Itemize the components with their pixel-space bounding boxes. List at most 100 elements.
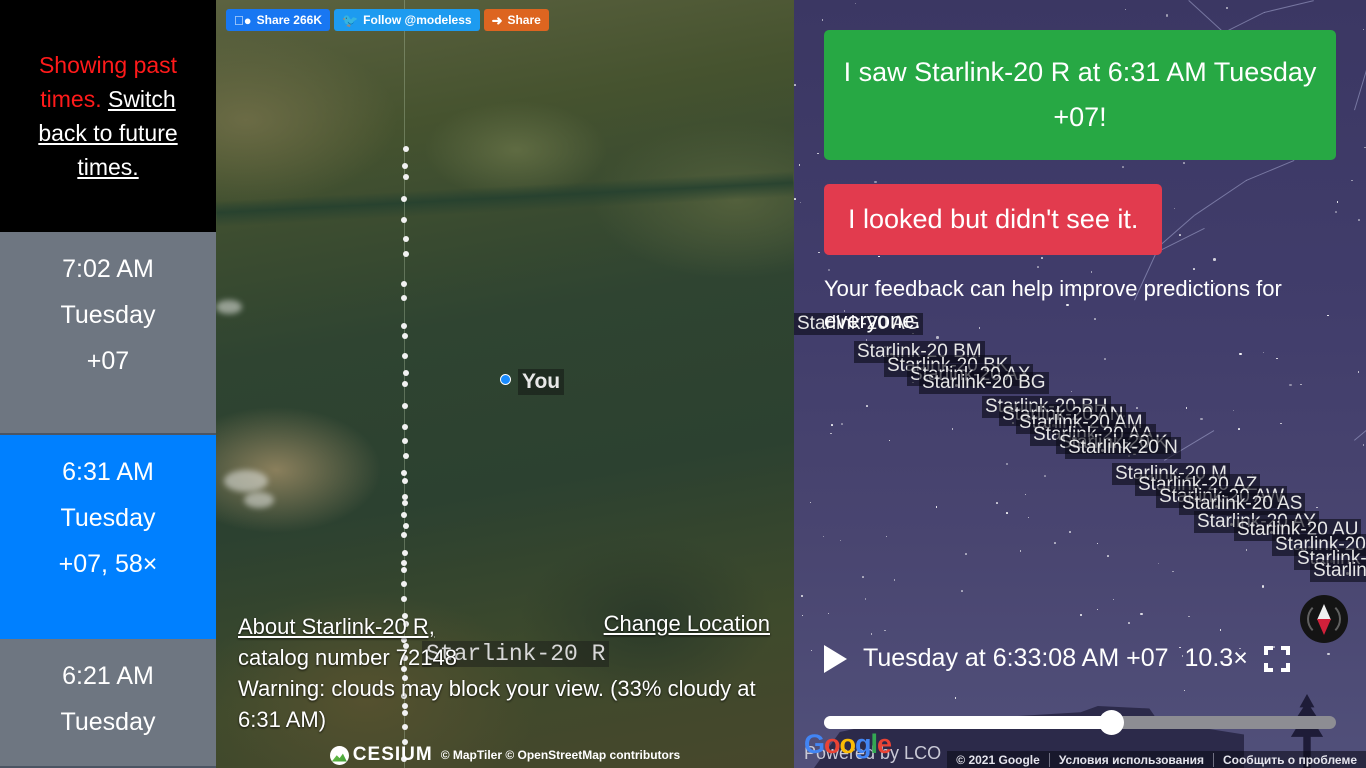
twitter-follow-label: Follow @modeless <box>353 13 471 27</box>
star <box>1362 444 1365 446</box>
timeline-slider-thumb[interactable] <box>1098 710 1124 735</box>
star <box>1070 390 1073 393</box>
map-cloud <box>224 470 268 492</box>
times-sidebar: Showing past times. Switch back to futur… <box>0 0 216 768</box>
star <box>1357 371 1360 373</box>
star <box>831 424 833 426</box>
star <box>1079 613 1083 617</box>
track-dot <box>400 196 407 202</box>
track-dot <box>402 353 408 359</box>
star <box>1044 475 1046 477</box>
star <box>1300 383 1302 386</box>
time-value: 7:02 AM <box>62 255 154 283</box>
star <box>1238 428 1240 430</box>
share-icon: ➜ <box>481 12 503 28</box>
timeline-slider[interactable] <box>824 710 1336 735</box>
didnt-see-it-button[interactable]: I looked but didn't see it. <box>824 184 1163 255</box>
star <box>961 590 963 592</box>
star <box>839 539 842 542</box>
star <box>1128 622 1130 624</box>
star <box>1096 542 1099 545</box>
feedback-panel: I saw Starlink-20 R at 6:31 AM Tuesday +… <box>824 30 1336 337</box>
star <box>1107 555 1109 557</box>
star <box>1165 14 1169 17</box>
star <box>965 553 967 555</box>
star <box>1245 549 1248 551</box>
track-dot <box>402 523 409 529</box>
google-terms-link[interactable]: Условия использования <box>1048 752 1213 767</box>
cesium-logo[interactable]: CESIUM <box>329 744 433 766</box>
track-dot <box>400 567 407 573</box>
google-report-link[interactable]: Сообщить о проблеме <box>1212 752 1366 767</box>
playback-timestamp: Tuesday at 6:33:08 AM +07 <box>863 644 1169 672</box>
sidebar-time-item-2[interactable]: 6:21 AM Tuesday <box>0 639 216 768</box>
star <box>1054 542 1056 544</box>
satellite-label-19[interactable]: Starlink <box>1310 560 1366 582</box>
timeline-slider-fill <box>824 716 1111 729</box>
saw-it-button[interactable]: I saw Starlink-20 R at 6:31 AM Tuesday +… <box>824 30 1336 160</box>
track-dot <box>401 163 408 169</box>
google-attribution-bar: © 2021 Google Условия использования Сооб… <box>947 751 1366 768</box>
star <box>827 612 830 615</box>
star <box>809 501 812 504</box>
star <box>1185 407 1188 409</box>
past-times-notice: Showing past times. Switch back to futur… <box>0 0 216 232</box>
app-root: Showing past times. Switch back to futur… <box>0 0 1366 768</box>
google-copyright: © 2021 Google <box>956 752 1040 767</box>
star <box>1232 409 1235 412</box>
play-icon[interactable] <box>824 644 847 673</box>
sidebar-time-item-1[interactable]: 6:31 AM Tuesday +07, 58× <box>0 435 216 639</box>
time-value: 6:21 AM <box>62 662 154 690</box>
satellite-label-10[interactable]: Starlink-20 N <box>1065 437 1181 459</box>
star <box>1188 615 1190 618</box>
time-day: Tuesday <box>60 708 156 736</box>
sky-view-panel[interactable]: Starlink-20 AG Starlink-20 BM Starlink-20 … <box>794 0 1366 768</box>
star <box>1261 585 1265 588</box>
star <box>862 576 864 578</box>
satellite-label-4[interactable]: Starlink-20 BG <box>919 372 1049 394</box>
compass-needle-north <box>1317 604 1331 620</box>
change-location-link[interactable]: Change Location <box>604 611 770 637</box>
star <box>1112 598 1114 601</box>
sidebar-time-item-0[interactable]: 7:02 AM Tuesday +07 <box>0 232 216 435</box>
twitter-icon: 🐦 <box>332 12 358 28</box>
catalog-number-text: catalog number 72148 <box>238 645 457 670</box>
playback-row: Tuesday at 6:33:08 AM +07 10.3× <box>824 644 1290 673</box>
star <box>1225 6 1229 10</box>
map-attribution-text: © MapTiler © OpenStreetMap contributors <box>440 748 681 762</box>
star <box>1006 512 1008 514</box>
fullscreen-exit-icon[interactable] <box>1263 645 1290 672</box>
star <box>935 506 937 508</box>
star <box>1140 612 1143 616</box>
time-value: 6:31 AM <box>62 458 154 486</box>
twitter-follow-button[interactable]: 🐦 Follow @modeless <box>332 9 480 31</box>
star <box>794 198 796 200</box>
time-tz: +07 <box>86 347 130 375</box>
star <box>951 428 954 430</box>
star <box>1262 351 1265 354</box>
star <box>1027 516 1030 519</box>
track-dot <box>402 236 409 242</box>
playback-controls: Tuesday at 6:33:08 AM +07 10.3× <box>794 628 1366 768</box>
map-attribution-bar: CESIUM © MapTiler © OpenStreetMap contri… <box>216 742 794 768</box>
star <box>1289 383 1292 387</box>
about-satellite-link[interactable]: About Starlink-20 R, <box>238 614 435 639</box>
star <box>799 201 802 204</box>
satellite-map-panel[interactable]: You Starlink-20 R About Starlink-20 R, c… <box>216 0 794 768</box>
star <box>864 598 867 600</box>
star <box>1136 407 1138 409</box>
star <box>1336 201 1339 203</box>
your-location-marker <box>500 374 511 385</box>
star <box>800 594 804 598</box>
cesium-mark-icon <box>329 745 349 765</box>
track-dot <box>402 381 408 387</box>
track-dot <box>401 478 408 484</box>
star <box>1124 8 1127 11</box>
track-dot <box>402 500 408 506</box>
star <box>830 432 832 435</box>
time-day: Tuesday <box>60 301 156 329</box>
share-button[interactable]: ➜ Share <box>481 9 549 31</box>
facebook-share-button[interactable]: ● Share 266K <box>226 9 330 31</box>
star <box>888 439 891 442</box>
star <box>1172 570 1174 573</box>
